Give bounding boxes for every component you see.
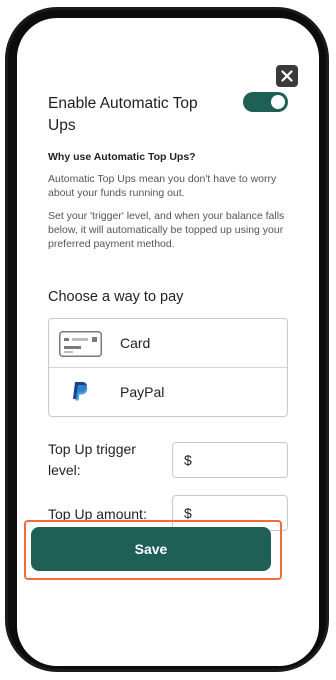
info-heading: Why use Automatic Top Ups? <box>48 151 196 163</box>
dialog-title: Enable Automatic Top Ups <box>48 95 198 134</box>
currency-prefix: $ <box>184 505 192 521</box>
close-icon <box>281 70 293 82</box>
credit-card-icon <box>59 331 102 357</box>
info-paragraph-2: Set your 'trigger' level, and when your … <box>48 210 285 250</box>
payment-options: Card PayPal <box>48 318 288 417</box>
trigger-level-input[interactable] <box>197 444 285 476</box>
paypal-icon <box>73 382 88 401</box>
info-paragraph-1: Automatic Top Ups mean you don't have to… <box>48 173 277 199</box>
auto-topup-toggle[interactable] <box>243 92 288 112</box>
currency-prefix: $ <box>184 452 192 468</box>
close-button[interactable] <box>276 65 298 87</box>
trigger-level-label: Top Up trigger level: <box>48 441 136 478</box>
trigger-level-field[interactable]: $ <box>172 442 288 478</box>
payment-heading: Choose a way to pay <box>48 289 184 305</box>
payment-option-label: PayPal <box>120 384 165 400</box>
toggle-knob <box>271 95 285 109</box>
payment-option-paypal[interactable]: PayPal <box>49 368 287 416</box>
save-button[interactable]: Save <box>31 527 271 571</box>
payment-option-label: Card <box>120 335 151 351</box>
payment-option-card[interactable]: Card <box>49 319 287 368</box>
